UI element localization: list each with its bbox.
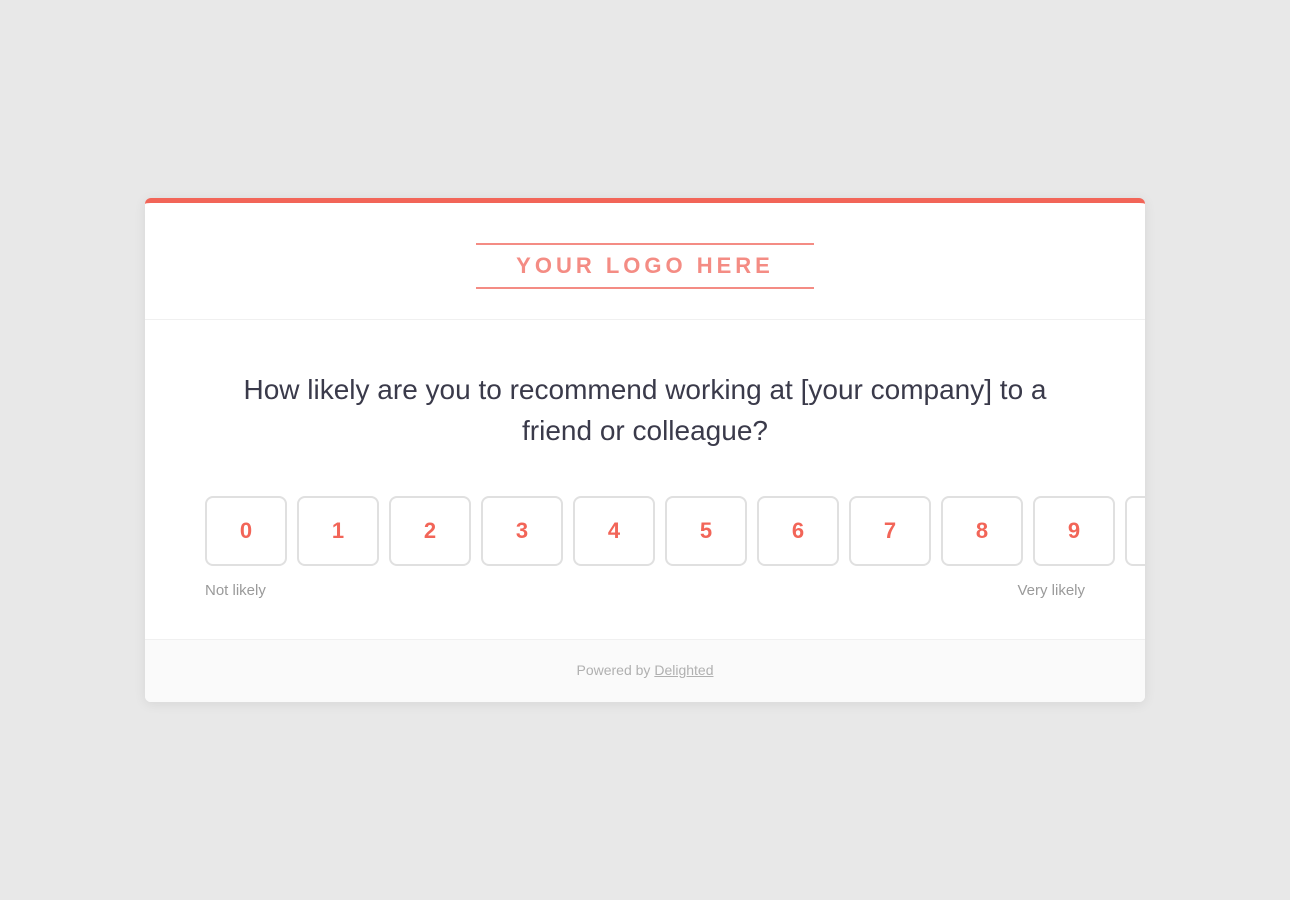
scale-button-4[interactable]: 4 [573, 496, 655, 566]
question-section: How likely are you to recommend working … [145, 320, 1145, 639]
survey-question: How likely are you to recommend working … [205, 370, 1085, 451]
footer-section: Powered by Delighted [145, 639, 1145, 702]
scale-button-2[interactable]: 2 [389, 496, 471, 566]
scale-button-5[interactable]: 5 [665, 496, 747, 566]
powered-by-text: Powered by Delighted [577, 662, 714, 678]
survey-card: YOUR LOGO HERE How likely are you to rec… [145, 198, 1145, 702]
logo-placeholder: YOUR LOGO HERE [476, 243, 814, 289]
scale-button-8[interactable]: 8 [941, 496, 1023, 566]
logo-section: YOUR LOGO HERE [145, 203, 1145, 320]
scale-button-1[interactable]: 1 [297, 496, 379, 566]
scale-label-high: Very likely [1017, 582, 1085, 599]
scale-buttons-container: 012345678910 [205, 496, 1085, 566]
scale-button-3[interactable]: 3 [481, 496, 563, 566]
scale-button-6[interactable]: 6 [757, 496, 839, 566]
scale-button-0[interactable]: 0 [205, 496, 287, 566]
scale-button-9[interactable]: 9 [1033, 496, 1115, 566]
scale-button-7[interactable]: 7 [849, 496, 931, 566]
scale-button-10[interactable]: 10 [1125, 496, 1145, 566]
delighted-link[interactable]: Delighted [654, 662, 713, 678]
scale-label-low: Not likely [205, 582, 266, 599]
scale-labels: Not likely Very likely [205, 582, 1085, 599]
